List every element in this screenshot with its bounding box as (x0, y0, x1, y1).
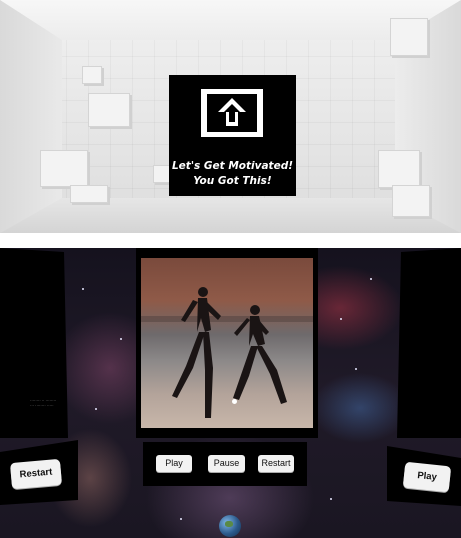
motivation-panel: Let's Get Motivated! You Got This! (169, 75, 296, 196)
upload-arrow-icon (201, 89, 263, 137)
pause-button[interactable]: Pause (208, 455, 245, 472)
runners-silhouette (172, 287, 287, 418)
right-play-button[interactable]: Play (402, 461, 452, 493)
star (340, 318, 342, 320)
star (330, 498, 332, 500)
wall-cube (390, 18, 428, 56)
motivation-text: Let's Get Motivated! You Got This! (169, 159, 296, 189)
star (95, 408, 97, 410)
motivation-line-1: Let's Get Motivated! (171, 160, 294, 172)
left-info-panel: ········ ·· ········ ··· ········ ····· (0, 248, 68, 438)
left-panel-text-line: ··· ········ ····· (30, 403, 54, 408)
star (120, 338, 122, 340)
video-frame (136, 248, 318, 438)
video-player[interactable] (141, 258, 313, 428)
wall-cube (70, 185, 108, 203)
gaze-cursor (232, 399, 237, 404)
star (355, 368, 357, 370)
wall-cube (378, 150, 420, 188)
wall-cube (40, 150, 88, 187)
star (180, 518, 182, 520)
restart-button[interactable]: Restart (258, 455, 294, 472)
view-divider (0, 233, 461, 248)
left-restart-button[interactable]: Restart (9, 458, 63, 490)
wall-cube (82, 66, 102, 84)
star (370, 278, 372, 280)
motivation-line-2: You Got This! (193, 175, 272, 187)
white-room-scene: Let's Get Motivated! You Got This! (0, 0, 461, 233)
room-left-wall (0, 0, 62, 233)
star (82, 288, 84, 290)
wall-cube (392, 185, 430, 217)
play-button[interactable]: Play (156, 455, 192, 472)
globe-icon[interactable] (219, 515, 241, 537)
right-info-panel (397, 248, 461, 438)
left-panel-text: ········ ·· ········ ··· ········ ····· (30, 398, 68, 408)
space-video-scene: ········ ·· ········ ··· ········ ····· (0, 248, 461, 538)
wall-cube (88, 93, 130, 127)
